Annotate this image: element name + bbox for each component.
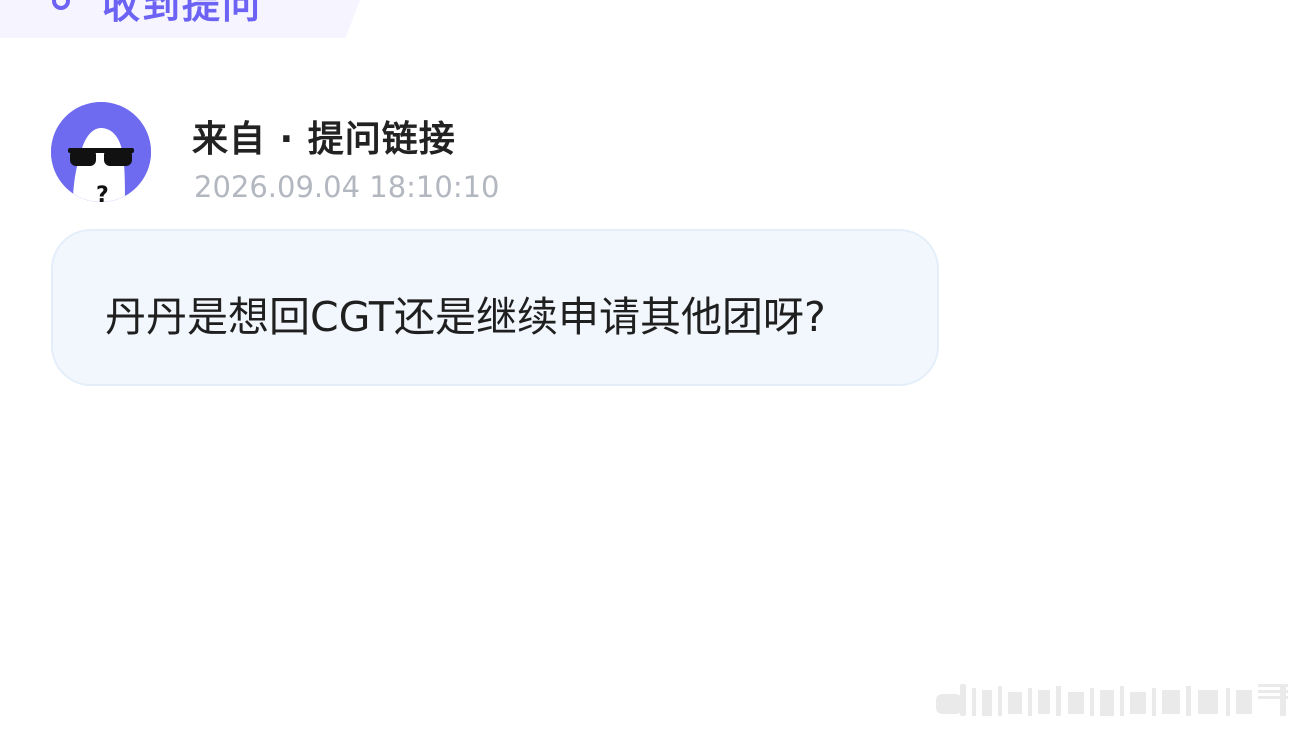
question-text: 丹丹是想回CGT还是继续申请其他团呀? — [105, 293, 826, 341]
watermark-logo-icon — [936, 680, 1290, 718]
message-timestamp: 2026.09.04 18:10:10 — [194, 170, 500, 204]
question-page: 收到提问 ? 来自 · 提问链接 2026.09.04 18:10:10 丹丹是… — [0, 0, 1300, 731]
anonymous-avatar-icon[interactable]: ? — [51, 102, 151, 202]
tab-label: 收到提问 — [102, 0, 263, 27]
question-bubble[interactable]: 丹丹是想回CGT还是继续申请其他团呀? — [51, 229, 939, 386]
svg-text:?: ? — [96, 183, 109, 202]
tab-indicator-icon — [52, 0, 70, 10]
received-questions-tab[interactable]: 收到提问 — [0, 0, 360, 38]
sender-name: 来自 · 提问链接 — [192, 119, 456, 160]
